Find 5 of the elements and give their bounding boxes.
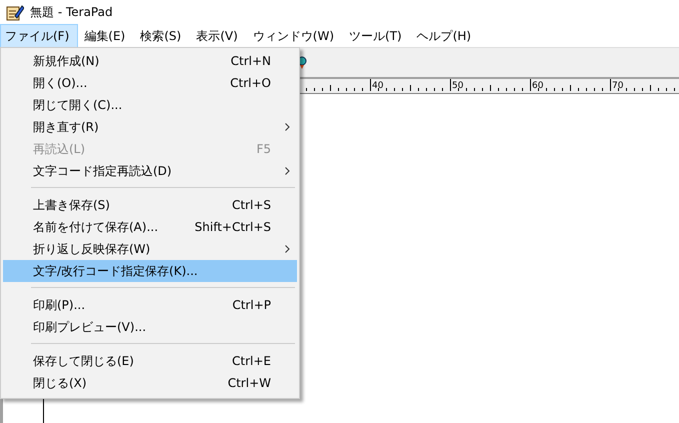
ruler-label: 60 [532,81,544,91]
ruler-label: 70 [612,81,624,91]
ruler-label: 40 [372,81,384,91]
ruler-label: 50 [452,81,464,91]
window-title: 無題 - TeraPad [30,4,113,21]
